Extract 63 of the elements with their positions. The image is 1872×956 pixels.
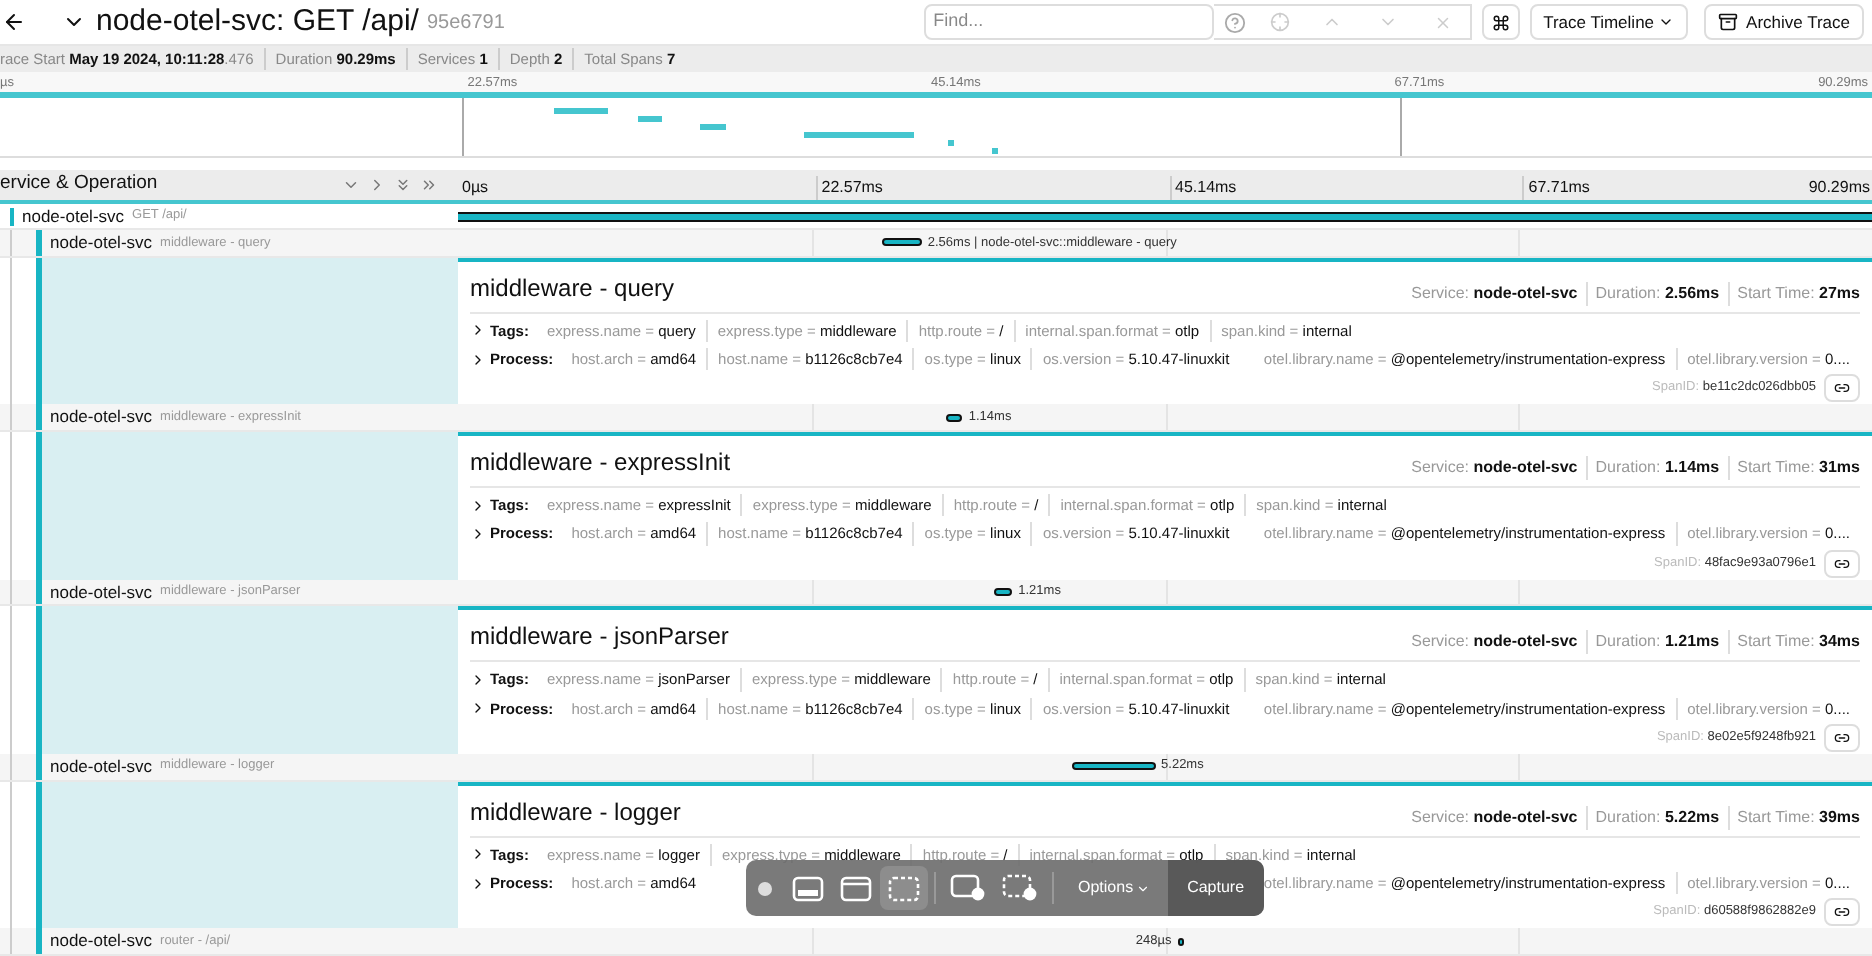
selection-capture-mode[interactable] <box>880 866 928 910</box>
service-name[interactable]: node-otel-svc <box>22 203 125 229</box>
span-bar[interactable] <box>1177 937 1184 946</box>
expand-all-icon[interactable] <box>420 176 438 194</box>
service-name[interactable]: node-otel-svc <box>50 579 153 605</box>
start-time-info: Start Time: 34ms <box>1727 630 1860 655</box>
back-arrow-icon[interactable] <box>2 10 26 34</box>
copy-link-button[interactable] <box>1824 898 1860 927</box>
link-icon <box>1834 380 1850 397</box>
start-time-info: Start Time: 27ms <box>1727 281 1860 306</box>
link-icon <box>1834 555 1850 572</box>
service-name[interactable]: node-otel-svc <box>50 404 153 431</box>
timeline-tick-label: 90.29ms <box>1808 176 1870 200</box>
link-icon <box>1834 729 1850 746</box>
capture-button[interactable]: Capture <box>1167 860 1265 916</box>
archive-trace-button[interactable]: Archive Trace <box>1704 4 1864 40</box>
trace-id: 95e6791 <box>426 9 505 37</box>
search-input[interactable]: Find... <box>933 8 1204 36</box>
span-color-marker <box>10 207 14 225</box>
close-icon[interactable] <box>758 881 772 895</box>
duration-info: Duration: 2.56ms <box>1585 281 1728 306</box>
search-field[interactable]: Find... <box>923 4 1214 40</box>
service-info: Service: node-otel-svc <box>1411 630 1580 655</box>
service-info: Service: node-otel-svc <box>1411 281 1580 306</box>
span-title: middleware - logger <box>470 795 681 830</box>
timeline-tick-label: 45.14ms <box>1169 176 1237 200</box>
span-bar[interactable] <box>993 588 1013 596</box>
start-time-info: Start Time: 31ms <box>1727 456 1860 481</box>
duration-info: Duration: 5.22ms <box>1585 805 1728 830</box>
duration-info: Duration: 1.14ms <box>1585 456 1728 481</box>
column-title: ervice & Operation <box>0 170 158 199</box>
service-name[interactable]: node-otel-svc <box>50 230 153 256</box>
span-bar[interactable] <box>1071 762 1156 771</box>
span-bar[interactable] <box>458 211 1872 221</box>
span-title: middleware - jsonParser <box>470 620 729 655</box>
service-info: Service: node-otel-svc <box>1411 805 1580 830</box>
start-time-info: Start Time: 39ms <box>1727 805 1860 830</box>
link-icon <box>1834 904 1850 921</box>
expand-one-icon[interactable] <box>368 176 386 194</box>
copy-link-button[interactable] <box>1824 549 1860 578</box>
span-title: middleware - expressInit <box>470 446 731 481</box>
caret-icon <box>1658 14 1675 30</box>
span-bar[interactable] <box>882 238 922 247</box>
span-bar[interactable] <box>945 413 963 422</box>
timeline-tick-label: 22.57ms <box>815 176 883 200</box>
command-key-icon <box>1491 13 1510 31</box>
timeline-tick-label: 67.71ms <box>1522 176 1590 200</box>
collapse-one-icon[interactable] <box>342 176 360 194</box>
options-menu-button[interactable]: Options <box>1060 860 1168 916</box>
archive-box-icon <box>1718 12 1739 32</box>
span-title: middleware - query <box>470 271 675 306</box>
keyboard-shortcuts-button[interactable] <box>1481 4 1520 40</box>
duration-info: Duration: 1.21ms <box>1585 630 1728 655</box>
service-name[interactable]: node-otel-svc <box>50 928 153 954</box>
service-info: Service: node-otel-svc <box>1411 456 1580 481</box>
service-name[interactable]: node-otel-svc <box>50 753 153 780</box>
caret-icon <box>1135 881 1150 895</box>
timeline-tick-label: 0µs <box>462 176 489 200</box>
copy-link-button[interactable] <box>1824 374 1860 403</box>
collapse-all-icon[interactable] <box>394 176 412 194</box>
view-select-dropdown[interactable]: Trace Timeline <box>1529 4 1689 40</box>
trace-title: node-otel-svc: GET /api/ <box>96 1 419 42</box>
copy-link-button[interactable] <box>1824 723 1860 752</box>
